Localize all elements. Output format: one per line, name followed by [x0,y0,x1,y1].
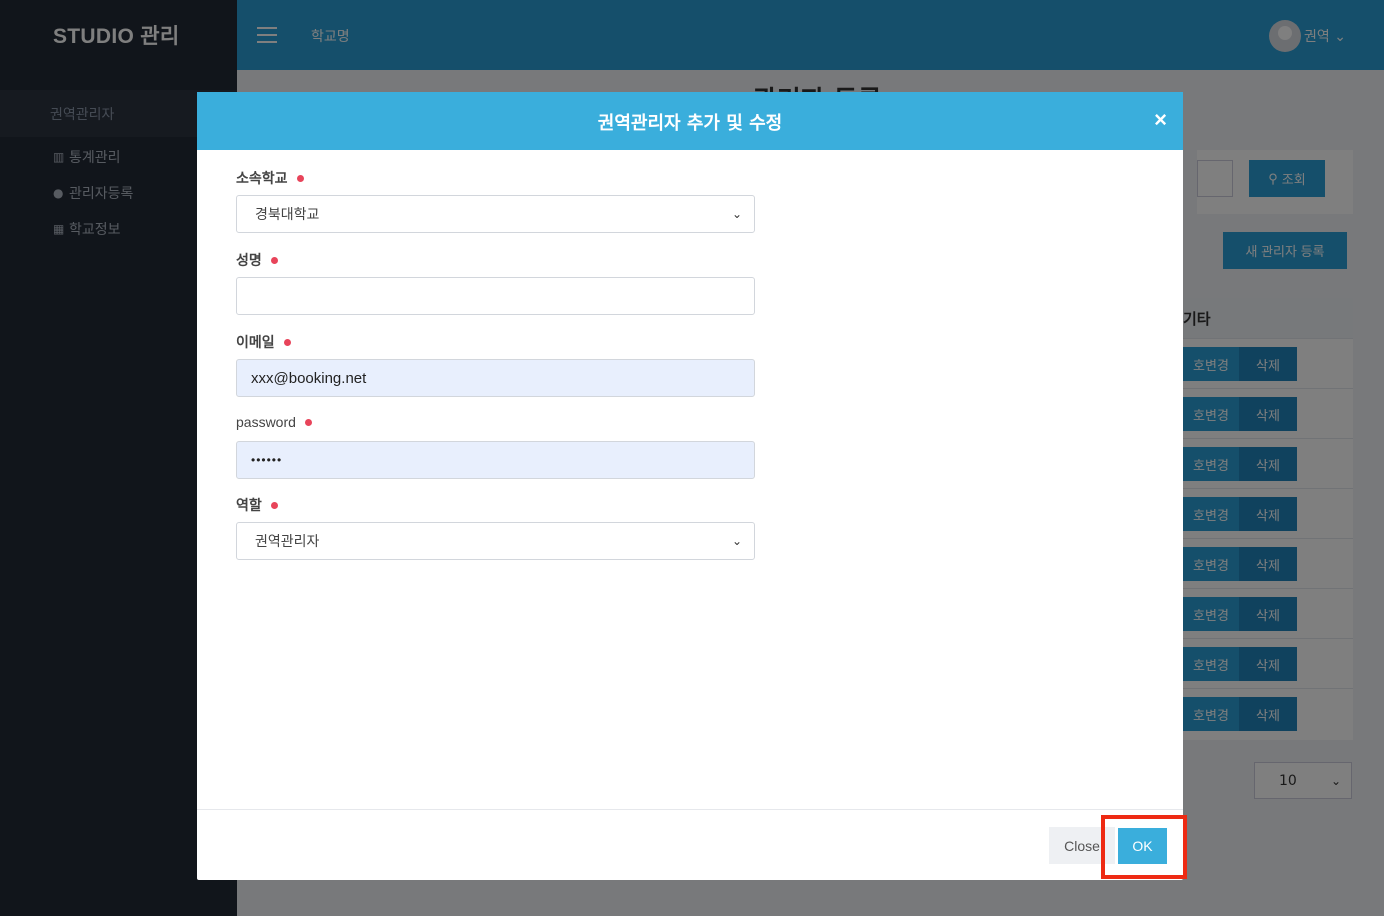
footer-divider [197,809,1183,810]
required-indicator [304,418,312,426]
close-icon[interactable]: × [1154,109,1167,131]
email-label: 이메일 [236,332,291,352]
password-label-text: password [236,414,296,430]
school-select[interactable]: 경북대학교 ⌄ [236,195,755,233]
email-input[interactable]: xxx@booking.net [236,359,755,397]
email-input-value: xxx@booking.net [251,369,367,387]
modal-header: 권역관리자 추가 및 수정 × [197,92,1183,150]
role-label: 역할 [236,495,278,515]
password-label: password [236,414,312,430]
required-indicator [270,256,278,264]
chevron-down-icon: ⌄ [731,207,742,221]
role-select[interactable]: 권역관리자 ⌄ [236,522,755,560]
name-input[interactable] [236,277,755,315]
password-input[interactable]: •••••• [236,441,755,479]
email-label-text: 이메일 [236,335,275,351]
admin-edit-modal: 권역관리자 추가 및 수정 × 소속학교 경북대학교 ⌄ 성명 이메일 xxx@… [197,92,1183,880]
required-indicator [296,174,304,182]
password-input-value: •••••• [251,453,283,467]
role-select-value: 권역관리자 [255,534,320,550]
school-label-text: 소속학교 [236,171,288,187]
chevron-down-icon: ⌄ [731,534,742,548]
role-label-text: 역할 [236,498,262,514]
required-indicator [283,338,291,346]
school-select-value: 경북대학교 [255,207,320,223]
required-indicator [270,501,278,509]
name-label-text: 성명 [236,253,262,269]
school-label: 소속학교 [236,168,304,188]
name-label: 성명 [236,250,278,270]
modal-title: 권역관리자 추가 및 수정 [597,113,783,134]
ok-button-highlight [1101,815,1187,879]
